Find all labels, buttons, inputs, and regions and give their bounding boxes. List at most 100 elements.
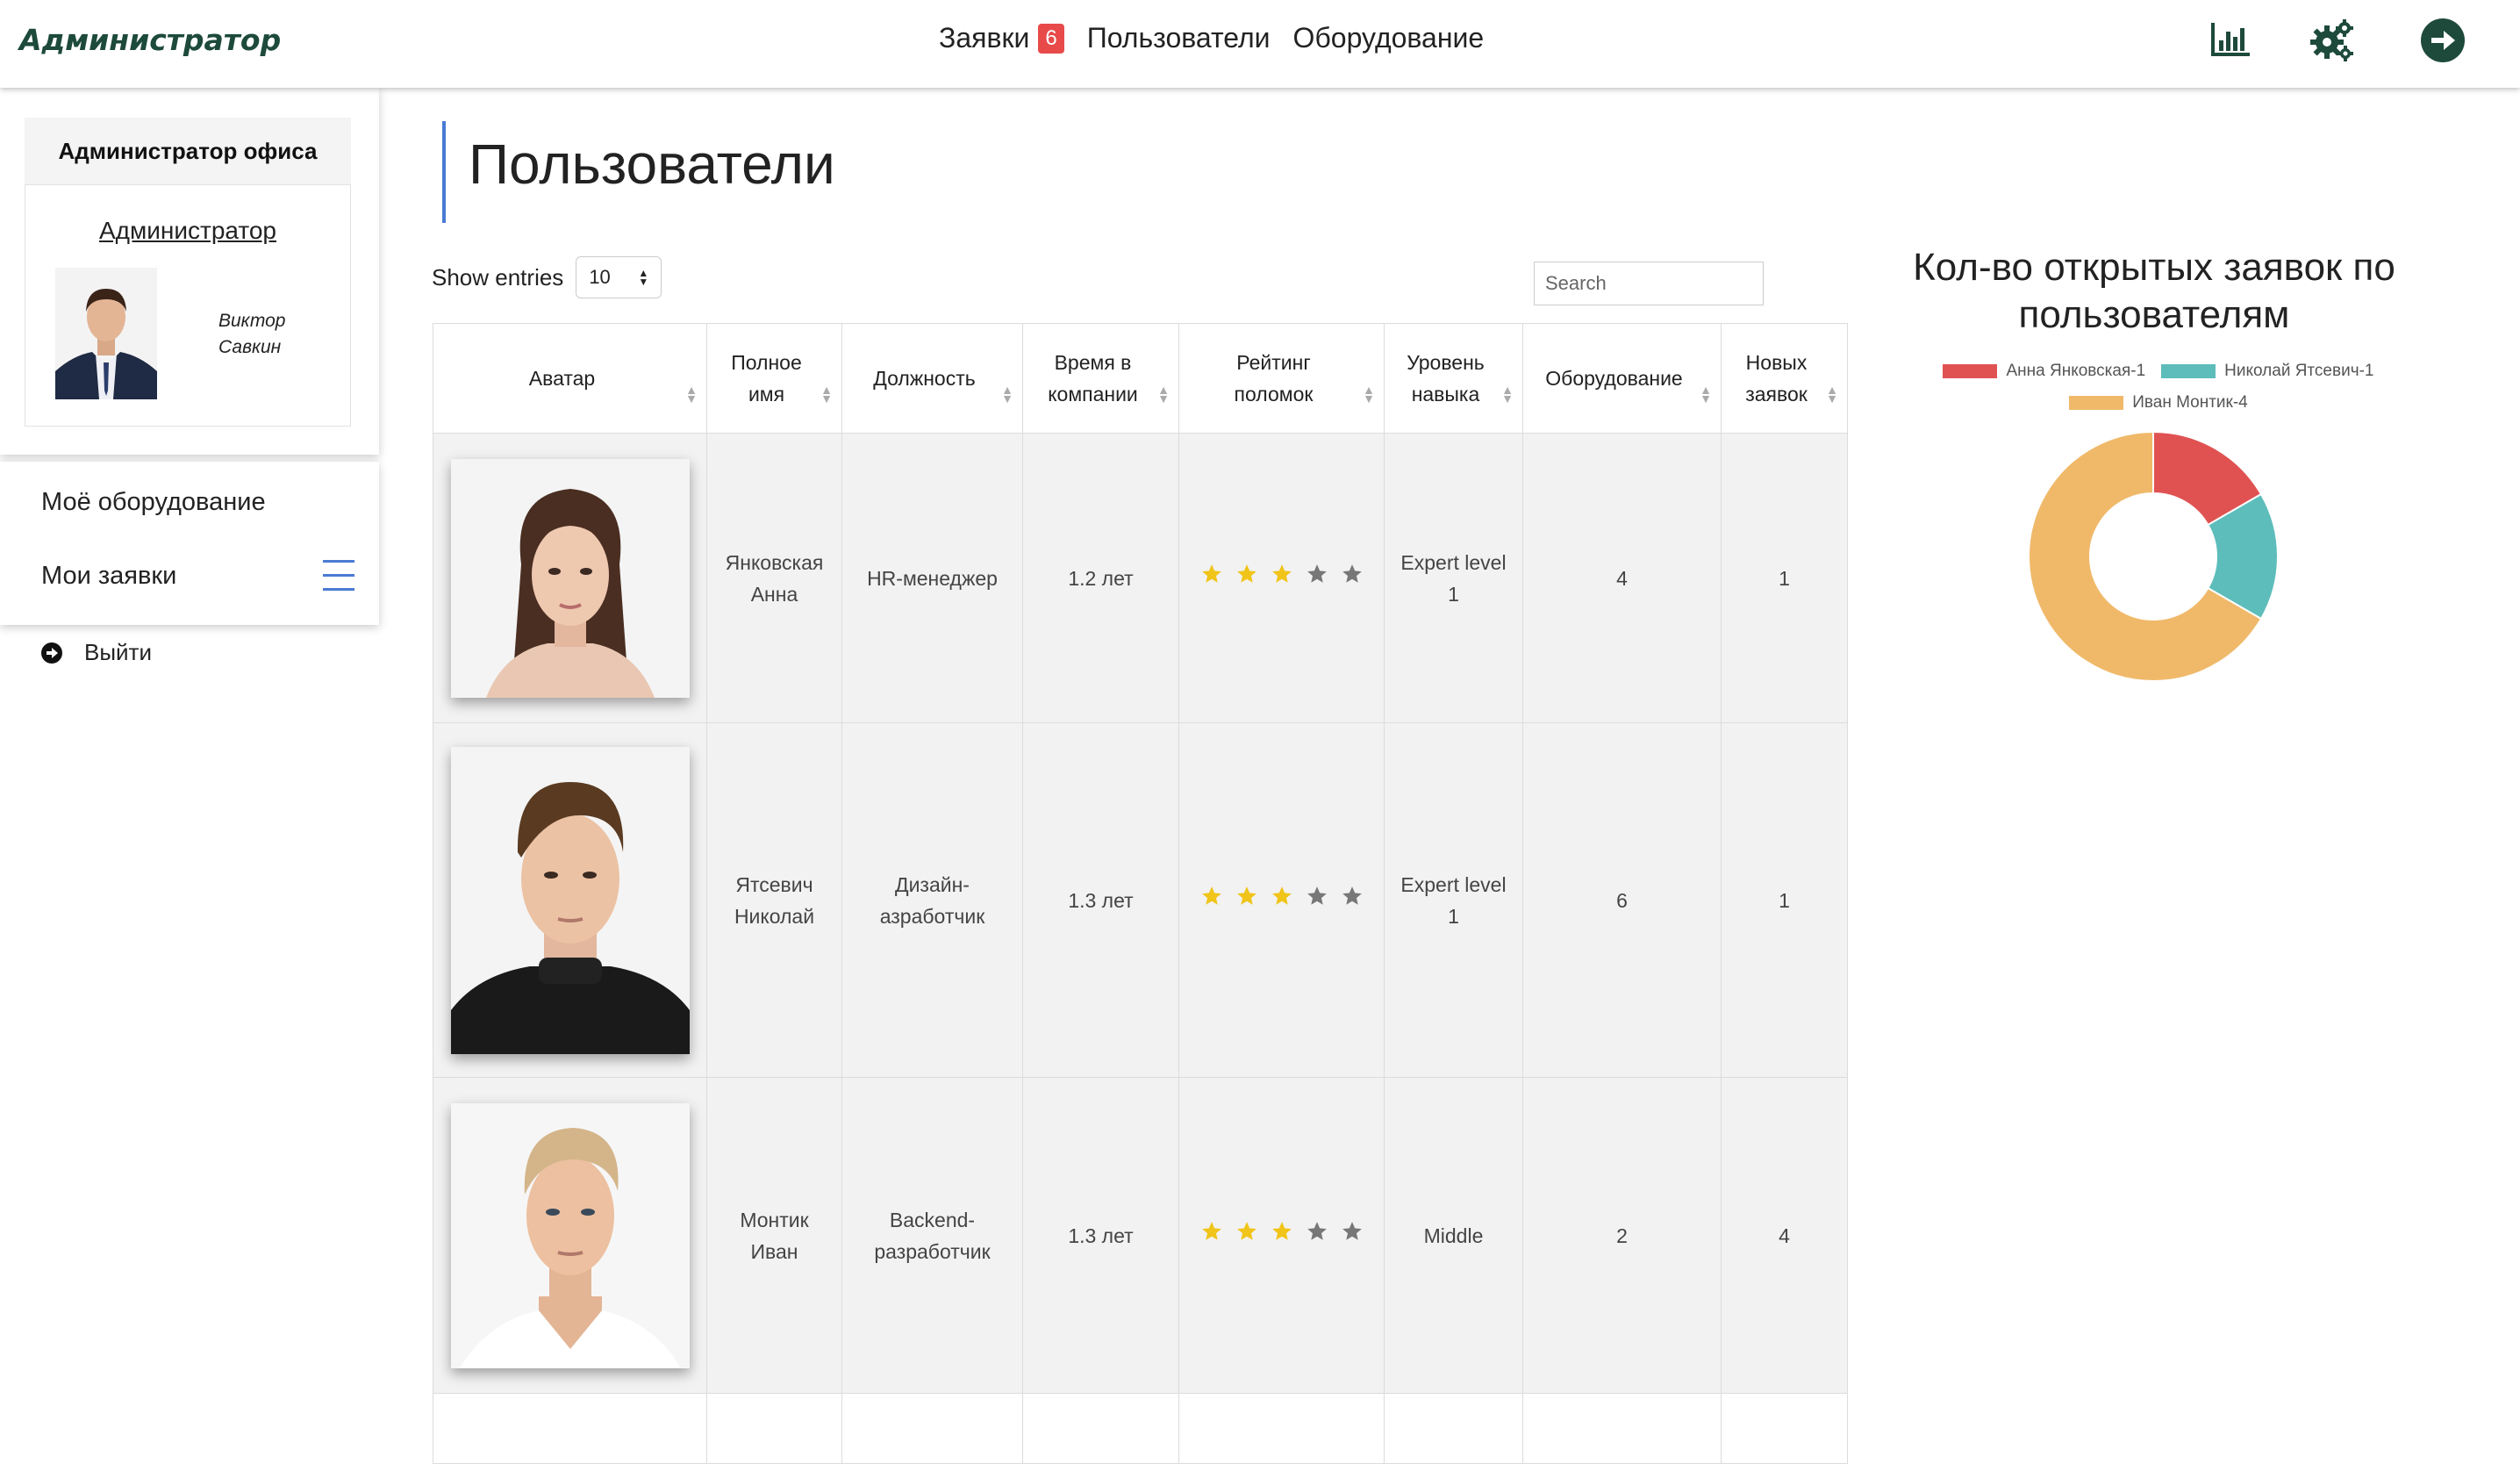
user-full-name: Янковская Анна bbox=[706, 433, 842, 723]
column-header-full-name[interactable]: Полное имя ▲ ▼ bbox=[706, 323, 842, 434]
sidebar-item-my-equipment[interactable]: Моё оборудование bbox=[41, 488, 266, 517]
level-line: 1 bbox=[1448, 904, 1459, 928]
user-skill-level: Middle bbox=[1384, 1077, 1523, 1394]
user-skill-level: Expert level 1 bbox=[1384, 433, 1523, 723]
name-line: Иван bbox=[750, 1239, 798, 1263]
column-header-breakdown-rating[interactable]: Рейтинг поломок ▲ ▼ bbox=[1178, 323, 1385, 434]
level-line: Expert level bbox=[1400, 872, 1507, 896]
position-line: Backend- bbox=[889, 1208, 976, 1231]
user-new-requests: 4 bbox=[1721, 1077, 1848, 1394]
profile-name: Виктор Савкин bbox=[218, 308, 285, 361]
avatar-cell bbox=[433, 433, 707, 723]
table-row[interactable]: Ятсевич Николай Дизайн-азработчик 1.3 лет… bbox=[433, 722, 1848, 1078]
logout-link[interactable]: Выйти bbox=[40, 639, 152, 666]
legend-item-ivan[interactable]: Иван Монтик-4 bbox=[2069, 393, 2248, 413]
title-accent-bar bbox=[442, 121, 446, 223]
user-equipment-count: 6 bbox=[1522, 722, 1722, 1078]
user-tenure: 1.3 лет bbox=[1022, 722, 1179, 1078]
column-header-equipment[interactable]: Оборудование ▲ ▼ bbox=[1522, 323, 1722, 434]
profile-first-name: Виктор bbox=[218, 311, 286, 331]
logout-circle-arrow-icon bbox=[41, 642, 62, 664]
star-filled-icon bbox=[1236, 1221, 1256, 1240]
column-header-position[interactable]: Должность ▲ ▼ bbox=[841, 323, 1023, 434]
nav-requests[interactable]: Заявки 6 bbox=[939, 22, 1064, 55]
legend-item-anna[interactable]: Анна Янковская-1 bbox=[1943, 362, 2145, 381]
nav-users[interactable]: Пользователи bbox=[1087, 22, 1271, 54]
column-tenure-label: Время в компании bbox=[1048, 351, 1138, 405]
empty-cell bbox=[1384, 1393, 1523, 1464]
requests-count-badge: 6 bbox=[1038, 23, 1064, 54]
column-header-tenure[interactable]: Время в компании ▲ ▼ bbox=[1022, 323, 1179, 434]
profile-card: Администратор офиса Администратор Виктор… bbox=[0, 88, 379, 455]
admin-profile-link[interactable]: Администратор bbox=[25, 217, 350, 245]
name-line: Янковская bbox=[725, 550, 824, 574]
rating-cell bbox=[1178, 433, 1385, 723]
table-row[interactable]: Янковская Анна HR-менеджер 1.2 лет Expert… bbox=[433, 433, 1848, 723]
nav-requests-label: Заявки bbox=[939, 22, 1030, 54]
stats-icon[interactable] bbox=[2206, 16, 2255, 65]
legend-label: Иван Монтик-4 bbox=[2132, 393, 2248, 412]
column-header-avatar[interactable]: Аватар ▲ ▼ bbox=[433, 323, 707, 434]
column-equipment-label: Оборудование bbox=[1545, 367, 1683, 390]
star-rating bbox=[1200, 885, 1364, 908]
name-line: Николай bbox=[734, 904, 815, 928]
star-filled-icon bbox=[1271, 886, 1292, 905]
column-new-requests-label: Новых заявок bbox=[1745, 351, 1808, 405]
empty-cell bbox=[1522, 1393, 1722, 1464]
doughnut-chart bbox=[2028, 430, 2279, 682]
empty-cell bbox=[841, 1393, 1023, 1464]
table-row[interactable]: Монтик Иван Backend-разработчик 1.3 лет M… bbox=[433, 1077, 1848, 1394]
main-nav: Заявки 6 Пользователи Оборудование bbox=[939, 22, 1507, 55]
user-tenure: 1.3 лет bbox=[1022, 1077, 1179, 1394]
star-filled-icon bbox=[1271, 1221, 1292, 1240]
column-full-name-label: Полное имя bbox=[731, 351, 802, 405]
empty-cell bbox=[1022, 1393, 1179, 1464]
star-filled-icon bbox=[1236, 886, 1256, 905]
profile-box: Администратор Виктор Савкин bbox=[25, 184, 351, 427]
sort-icon: ▲ ▼ bbox=[1826, 383, 1838, 405]
star-filled-icon bbox=[1271, 563, 1292, 583]
sidebar-menu: Моё оборудование Мои заявки bbox=[0, 462, 379, 625]
name-line: Анна bbox=[750, 582, 798, 606]
star-filled-icon bbox=[1201, 886, 1221, 905]
table-row[interactable] bbox=[433, 1393, 1848, 1464]
star-empty-icon bbox=[1307, 886, 1327, 905]
empty-cell bbox=[1721, 1393, 1848, 1464]
sidebar-item-my-requests[interactable]: Мои заявки bbox=[41, 562, 176, 591]
column-header-new-requests[interactable]: Новых заявок ▲ ▼ bbox=[1721, 323, 1848, 434]
star-empty-icon bbox=[1307, 563, 1327, 583]
user-avatar-anna bbox=[450, 458, 690, 698]
sort-icon: ▲ ▼ bbox=[1157, 383, 1170, 405]
user-new-requests: 1 bbox=[1721, 722, 1848, 1078]
position-line: разработчик bbox=[874, 1239, 991, 1263]
rating-cell bbox=[1178, 722, 1385, 1078]
show-entries-label: Show entries bbox=[432, 263, 564, 291]
search-input[interactable] bbox=[1534, 262, 1764, 305]
settings-icon[interactable] bbox=[2308, 16, 2357, 65]
user-full-name: Монтик Иван bbox=[706, 1077, 842, 1394]
column-header-skill-level[interactable]: Уровень навыка ▲ ▼ bbox=[1384, 323, 1523, 434]
profile-avatar bbox=[55, 268, 157, 399]
hamburger-menu-icon[interactable] bbox=[321, 558, 356, 593]
empty-cell bbox=[1178, 1393, 1385, 1464]
column-skill-label: Уровень навыка bbox=[1407, 351, 1485, 405]
column-rating-label: Рейтинг поломок bbox=[1234, 351, 1314, 405]
star-empty-icon bbox=[1342, 1221, 1362, 1240]
nav-equipment[interactable]: Оборудование bbox=[1293, 22, 1485, 54]
legend-swatch bbox=[2069, 396, 2124, 410]
logout-arrow-icon[interactable] bbox=[2418, 16, 2467, 65]
user-avatar-ivan bbox=[450, 1102, 690, 1368]
legend-item-nikolai[interactable]: Николай Ятсевич-1 bbox=[2161, 362, 2374, 381]
page-title: Пользователи bbox=[469, 133, 835, 196]
entries-select[interactable]: 10 ▲ ▼ bbox=[576, 256, 662, 298]
user-skill-level: Expert level 1 bbox=[1384, 722, 1523, 1078]
brand-title[interactable]: Администратор bbox=[19, 23, 281, 57]
star-filled-icon bbox=[1201, 563, 1221, 583]
column-avatar-label: Аватар bbox=[528, 367, 596, 390]
user-equipment-count: 4 bbox=[1522, 433, 1722, 723]
star-empty-icon bbox=[1342, 563, 1362, 583]
user-position: Дизайн-азработчик bbox=[841, 722, 1023, 1078]
user-new-requests: 1 bbox=[1721, 433, 1848, 723]
star-rating bbox=[1200, 1220, 1364, 1243]
show-entries: Show entries 10 ▲ ▼ bbox=[432, 256, 662, 298]
